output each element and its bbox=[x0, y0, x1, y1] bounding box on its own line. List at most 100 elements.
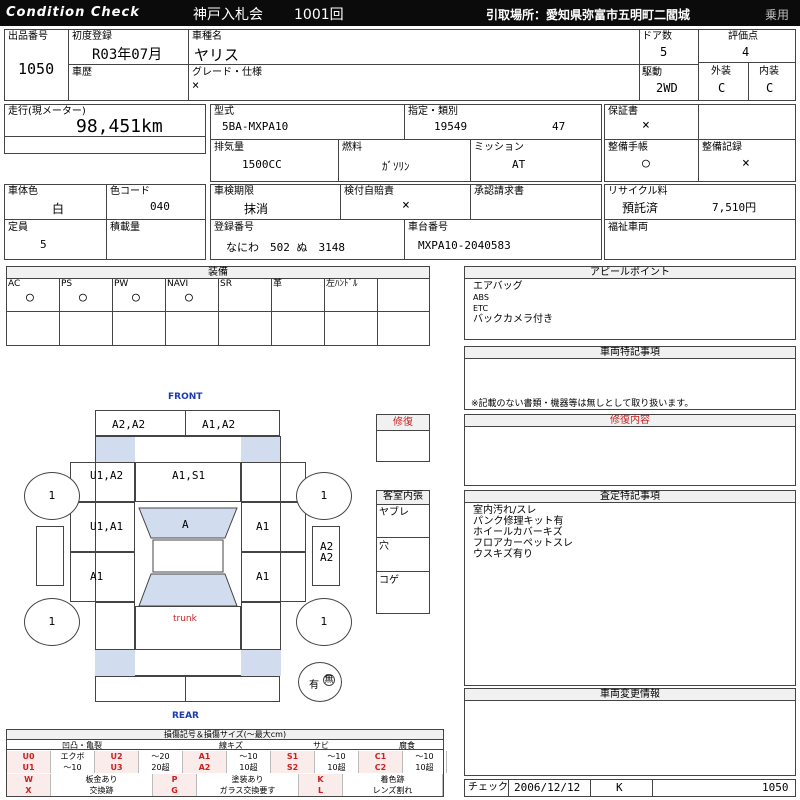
record-label: 整備記録 bbox=[702, 142, 742, 153]
legend-cell: 着色跡 bbox=[343, 774, 443, 785]
equip-pw-value: ○ bbox=[132, 290, 140, 305]
legend-cell: エクボ bbox=[51, 751, 95, 762]
equip-ac-label: AC bbox=[8, 279, 21, 289]
model-label: 型式 bbox=[214, 106, 234, 117]
door-front-right bbox=[241, 502, 306, 552]
grade-label: グレード・仕様 bbox=[192, 67, 262, 78]
change-info-panel: 車両変更情報 bbox=[464, 688, 796, 776]
color-label: 車体色 bbox=[8, 186, 38, 197]
inspector-note: フロアカーペットスレ bbox=[473, 538, 573, 549]
inspector-notes-panel: 査定特記事項 室内汚れ/スレ パンク修理キット有 ホイールカバーキズ フロアカー… bbox=[464, 490, 796, 686]
quarter-right bbox=[241, 602, 281, 650]
score-label: 評価点 bbox=[728, 31, 758, 42]
front-label: FRONT bbox=[168, 392, 203, 402]
legend-group-corrosion: 腐食 bbox=[399, 741, 415, 750]
trunk-label: trunk bbox=[173, 614, 197, 624]
equip-navi-value: ○ bbox=[185, 290, 193, 305]
rear-bumper-right bbox=[185, 676, 280, 702]
manual-label: 整備手帳 bbox=[608, 142, 648, 153]
tire-rear-right: 1 bbox=[296, 598, 352, 646]
legend-group-scratch: 線キズ bbox=[219, 741, 243, 750]
front-bumper-left-code: A2,A2 bbox=[112, 418, 146, 431]
legend-group-dent: 凹凸・亀裂 bbox=[62, 741, 102, 750]
color-code-label: 色コード bbox=[110, 186, 150, 197]
interior-box-title: 客室内張 bbox=[377, 491, 429, 505]
warranty-value: × bbox=[642, 118, 650, 133]
doors-label: ドア数 bbox=[642, 31, 672, 42]
inspector-note: ホイールカバーキズ bbox=[473, 527, 563, 538]
legend-cell: S2 bbox=[271, 762, 315, 773]
special-notes-title: 車両特記事項 bbox=[465, 347, 795, 359]
spare-tire: 有 無 bbox=[298, 662, 342, 702]
legend-cell: S1 bbox=[271, 751, 315, 762]
front-bumper-right-code: A1,A2 bbox=[202, 418, 236, 431]
vehicle-category: 乗用 bbox=[765, 8, 790, 22]
quarter-left bbox=[95, 602, 135, 650]
legend-cell: 20超 bbox=[139, 762, 183, 773]
hood-code: A1,S1 bbox=[172, 469, 206, 482]
legend-cell: 塗装あり bbox=[197, 774, 299, 785]
fender-front-left-code: U1,A2 bbox=[90, 469, 124, 482]
appeal-item: ABS bbox=[473, 293, 489, 302]
rear-label: REAR bbox=[172, 711, 199, 721]
door-rear-right-code: A1 bbox=[256, 570, 270, 583]
legend-group-rust: サビ bbox=[313, 741, 329, 750]
score-value: 4 bbox=[742, 45, 750, 59]
legend-cell: 10超 bbox=[403, 762, 447, 773]
legend-cell: A2 bbox=[183, 762, 227, 773]
drive-label: 駆動 bbox=[642, 67, 662, 78]
interior-box: 客室内張 ヤブレ 穴 コゲ bbox=[376, 490, 430, 614]
check-label: チェック bbox=[468, 782, 508, 793]
record-value: × bbox=[742, 156, 750, 171]
check-lot: 1050 bbox=[762, 781, 789, 794]
door-rear-left-code: A1 bbox=[90, 570, 104, 583]
inspector-note: 室内汚れ/スレ bbox=[473, 505, 537, 516]
legend-cell: U3 bbox=[95, 762, 139, 773]
tire-rear-left: 1 bbox=[24, 598, 80, 646]
legend-cell: G bbox=[153, 785, 197, 796]
recycle-status: 預託済 bbox=[622, 201, 659, 215]
category-number: 47 bbox=[552, 120, 566, 133]
inspector-notes-title: 査定特記事項 bbox=[465, 491, 795, 503]
model-value: 5BA-MXPA10 bbox=[222, 120, 289, 133]
legend-cell: 〜10 bbox=[51, 762, 95, 773]
rear-right-corner bbox=[241, 650, 281, 676]
door-rear-right bbox=[241, 552, 306, 602]
appeal-panel: アピールポイント エアバッグ ABS ETC バックカメラ付き bbox=[464, 266, 796, 340]
recycle-label: リサイクル料 bbox=[608, 186, 668, 197]
damage-legend: 損傷記号＆損傷サイズ(〜最大cm) 凹凸・亀裂 線キズ サビ 腐食 U0 エクボ U… bbox=[6, 729, 447, 797]
legend-cell: C2 bbox=[359, 762, 403, 773]
legend-cell: U1 bbox=[7, 762, 51, 773]
appeal-item: ETC bbox=[473, 304, 489, 313]
inspection-label: 車検期限 bbox=[214, 186, 254, 197]
rocker-left bbox=[36, 526, 64, 586]
legend-cell: W bbox=[7, 774, 51, 785]
legend-title: 損傷記号＆損傷サイズ(〜最大cm) bbox=[7, 730, 443, 740]
windshield-code: A bbox=[182, 518, 189, 531]
interior-value: C bbox=[766, 81, 774, 95]
special-notes-panel: 車両特記事項 ※記載のない書類・機器等は無しとして取り扱います。 bbox=[464, 346, 796, 410]
fuel-label: 燃料 bbox=[342, 142, 362, 153]
designation-label: 指定・類別 bbox=[408, 106, 458, 117]
repair-box: 修復 bbox=[376, 414, 430, 462]
mileage-value: 98,451km bbox=[76, 116, 163, 137]
legend-cell: K bbox=[299, 774, 343, 785]
interior-tear: ヤブレ bbox=[379, 507, 409, 518]
auction-lot: 1001回 bbox=[294, 7, 344, 23]
drive-value: 2WD bbox=[656, 81, 678, 95]
door-front-right-code: A1 bbox=[256, 520, 270, 533]
check-code: K bbox=[616, 781, 623, 794]
pickup-location: 引取場所：愛知県弥富市五明町二閻城 bbox=[486, 8, 691, 22]
equip-sr-label: SR bbox=[220, 279, 232, 289]
chassis-value: MXPA10-2040583 bbox=[418, 239, 511, 252]
repair-box-title: 修復 bbox=[377, 415, 429, 431]
color-code-value: 040 bbox=[150, 200, 170, 213]
legend-cell: A1 bbox=[183, 751, 227, 762]
special-notes-disclaimer: ※記載のない書類・機器等は無しとして取り扱います。 bbox=[471, 399, 694, 409]
warranty-label: 保証書 bbox=[608, 106, 638, 117]
welfare-label: 福祉車両 bbox=[608, 222, 648, 233]
auction-name: 神戸入札会 bbox=[193, 7, 263, 23]
legend-cell: L bbox=[299, 785, 343, 796]
legend-cell: U2 bbox=[95, 751, 139, 762]
inspector-note: パンク修理キット有 bbox=[473, 516, 564, 527]
